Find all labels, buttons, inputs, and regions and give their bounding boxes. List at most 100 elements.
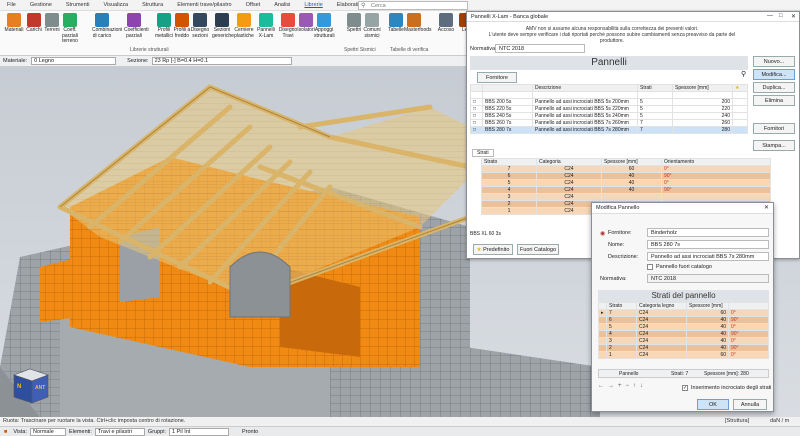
ribbon-button-combinazioni-di-carico[interactable]: Combinazioni di carico (92, 13, 122, 39)
ribbon-button-label: Carichi (26, 27, 42, 33)
predefinito-button[interactable]: ★ Predefinito (473, 244, 513, 255)
ribbon-icon (215, 13, 229, 27)
col-strati[interactable]: Strati (637, 84, 673, 92)
elementi-select[interactable]: Travi e pilastri (94, 427, 145, 436)
row-tools[interactable]: ←→+−↑↓ (598, 383, 647, 389)
layer-row[interactable]: 5 C24 40 0° (598, 323, 769, 331)
layer-row[interactable]: 6 C24 40 90° (598, 316, 769, 324)
dialog-title: Pannelli X-Lam - Banca globale (467, 12, 799, 22)
menu-item-file[interactable]: File (0, 2, 23, 8)
ribbon-button-tabelle[interactable]: Tabelle (386, 13, 406, 34)
ribbon-button-label: Cerniere plastiche (234, 27, 254, 39)
menu-item-visualizza[interactable]: Visualizza (96, 2, 135, 8)
menu-item-offset[interactable]: Offset (239, 2, 268, 8)
table-row[interactable]: □ BBS 260 7s Pannello ad assi incrociati B… (470, 119, 748, 127)
table-row-selected[interactable]: □ BBS 280 7s Pannello ad assi incrociati B… (470, 126, 748, 134)
menu-item-strumenti[interactable]: Strumenti (59, 2, 97, 8)
ribbon-button-disegno-sezioni[interactable]: Disegno sezioni (190, 13, 210, 39)
normativa-select[interactable]: NTC 2018 (495, 44, 585, 53)
minimize-icon[interactable]: — (767, 13, 773, 19)
maximize-icon[interactable]: □ (779, 13, 783, 19)
close-icon[interactable]: ✕ (791, 13, 796, 20)
ribbon-button-materiali[interactable]: Materiali (4, 13, 24, 34)
layer-row[interactable]: 1 C24 60 0° (598, 351, 769, 359)
layer-row[interactable]: 4 C24 40 90° (598, 330, 769, 338)
ribbon-button-sezioni-generiche[interactable]: Sezioni generiche (212, 13, 234, 39)
extra-row-text[interactable]: BBS XL 60 3s (470, 231, 501, 237)
ribbon-icon (127, 13, 141, 27)
ribbon-button-masterfoods[interactable]: Masterfoods (404, 13, 432, 34)
ribbon-button-label: Coeff. parziali terreno (62, 27, 78, 44)
ribbon-button-coeff-parziali-terreno[interactable]: Coeff. parziali terreno (60, 13, 80, 45)
stampa-button[interactable]: Stampa... (753, 140, 795, 151)
nuovo-button[interactable]: Nuovo... (753, 56, 795, 67)
layer-row[interactable]: 3 C24 (481, 193, 771, 201)
fuori-catalogo-button[interactable]: Fuori Catalogo (517, 244, 559, 255)
ribbon-icon (259, 13, 273, 27)
star-icon[interactable]: ★ (732, 84, 748, 92)
modifica-button[interactable]: Modifica... (753, 69, 795, 80)
table-row[interactable]: □ BBS 240 5s Pannello ad assi incrociati B… (470, 112, 748, 120)
layer-row[interactable]: 3 C24 40 0° (598, 337, 769, 345)
menu-item-elementi-trave-pilastro[interactable]: Elementi trave/pilastro (170, 2, 238, 8)
ribbon-button-label: Masterfoods (404, 27, 432, 33)
col-strato[interactable]: Strato (481, 158, 537, 166)
fuori-catalogo-checkbox[interactable] (647, 264, 653, 270)
col-descrizione[interactable]: Descrizione (532, 84, 638, 92)
ribbon-button-profili-metallici[interactable]: Profili metallici (154, 13, 174, 39)
gruppi-label: Gruppi: (147, 428, 166, 435)
layer-row[interactable]: 2 C24 40 90° (598, 344, 769, 352)
sezione-select[interactable]: 23 Rp [-] B=0.4 H=0.1 (151, 57, 292, 65)
layer-row[interactable]: ▸ 7 C24 60 0° (598, 309, 769, 317)
layer-row[interactable]: 6 C24 40 90° (481, 172, 771, 180)
view-cube[interactable]: N ANT (10, 365, 52, 405)
layer-row[interactable]: 7 C24 60 0° (481, 165, 771, 173)
col-spessore[interactable]: Spessore [mm] (672, 84, 733, 92)
layer-row[interactable]: 4 C24 40 90° (481, 186, 771, 194)
menu-item-analisi[interactable]: Analisi (267, 2, 297, 8)
ribbon-button-disegno-travi[interactable]: Disegno Travi (278, 13, 298, 39)
col-strato[interactable]: Strato (606, 302, 637, 310)
inserimento-checkbox[interactable]: ✓ (682, 385, 688, 391)
ribbon-button-terreni[interactable]: Terreni (42, 13, 62, 34)
ribbon-button-appoggi-strutturali[interactable]: Appoggi strutturali (314, 13, 335, 39)
table-row[interactable]: □ BBS 220 5s Pannello ad assi incrociati B… (470, 105, 748, 113)
menu-item-librerie[interactable]: Librerie (297, 2, 329, 8)
star-icon: ★ (476, 247, 482, 253)
ribbon-button-coefficienti-parziali[interactable]: Coefficienti parziali (124, 13, 149, 39)
search-icon[interactable]: ⚲ (741, 70, 746, 78)
elimina-button[interactable]: Elimina (753, 95, 795, 106)
col-categoria-legno[interactable]: Categoria legno (636, 302, 687, 310)
descrizione-field[interactable]: Pannello ad assi incrociati BBS 7s 280mm (647, 252, 769, 261)
annulla-button[interactable]: Annulla (733, 399, 767, 410)
close-icon[interactable]: ✕ (764, 204, 769, 211)
tab-strati[interactable]: Strati (472, 149, 494, 157)
table-row[interactable]: □ BBS 200 5s Pannello ad assi incrociati B… (470, 98, 748, 106)
ok-button[interactable]: OK (697, 399, 729, 410)
fornitore-select[interactable]: Binderholz (647, 228, 769, 237)
fornitore-button[interactable]: Fornitore (477, 72, 517, 83)
menu-item-struttura[interactable]: Struttura (135, 2, 170, 8)
ribbon-button-comuni-sismici[interactable]: Comuni sismici (362, 13, 382, 39)
col-categoria[interactable]: Categoria (536, 158, 602, 166)
search-input[interactable]: Cerca (358, 1, 468, 10)
fornitori-button[interactable]: Fornitori (753, 123, 795, 134)
ribbon-button-isolatori[interactable]: Isolatori (296, 13, 316, 34)
nome-field[interactable]: BBS 280 7s (647, 240, 769, 249)
ribbon-button-spettri[interactable]: Spettri (344, 13, 364, 34)
ribbon-icon (281, 13, 295, 27)
materiale-select[interactable]: 0 Legno (31, 57, 117, 65)
ribbon-button-cerniere-plastiche[interactable]: Cerniere plastiche (234, 13, 254, 39)
ribbon-button-pannelli-x-lam[interactable]: Pannelli X-Lam (256, 13, 276, 39)
ribbon-button-carichi[interactable]: Carichi (24, 13, 44, 34)
gruppi-select[interactable]: 1 Pil Int (168, 427, 229, 436)
layer-row[interactable]: 5 C24 40 0° (481, 179, 771, 187)
ribbon-button-profili-a-freddo[interactable]: Profili a freddo (172, 13, 192, 39)
duplica-button[interactable]: Duplica... (753, 82, 795, 93)
ribbon-button-accoso[interactable]: Accoso (436, 13, 456, 34)
col-orientamento[interactable]: Orientamento (661, 158, 771, 166)
col-spessore[interactable]: Spessore [mm] (686, 302, 729, 310)
col-spessore[interactable]: Spessore [mm] (601, 158, 662, 166)
vista-select[interactable]: Normale (29, 427, 66, 436)
menu-item-gestione[interactable]: Gestione (23, 2, 59, 8)
